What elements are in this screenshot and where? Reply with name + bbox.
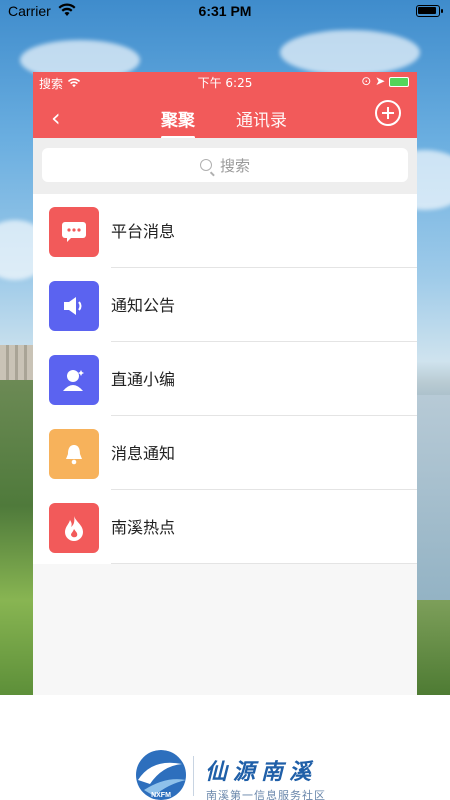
tab-juju[interactable]: 聚聚	[161, 106, 195, 139]
editor-icon	[49, 355, 99, 405]
tab-contacts[interactable]: 通讯录	[236, 106, 287, 131]
app-window: 搜索 下午 6:25 ⊙ ➤ ‹ 聚聚 通讯录 搜索 平台消息 通知公告 直通小…	[33, 72, 417, 695]
brand-logo: NXFM	[132, 750, 190, 800]
app-status-bar: 搜索 下午 6:25 ⊙ ➤	[33, 72, 417, 92]
list-item-label: 通知公告	[111, 296, 176, 315]
os-status-bar: Carrier 6:31 PM	[0, 0, 450, 24]
grassland	[0, 380, 34, 695]
battery-icon	[416, 5, 443, 17]
flame-icon	[49, 503, 99, 553]
list-item-notification[interactable]: 消息通知	[33, 416, 417, 490]
os-time: 6:31 PM	[198, 3, 252, 19]
speaker-icon	[49, 281, 99, 331]
nav-bar: ‹ 聚聚 通讯录	[33, 98, 417, 139]
search-icon	[199, 159, 212, 171]
empty-area	[33, 564, 417, 695]
brand-divider	[193, 756, 194, 796]
message-icon	[49, 207, 99, 257]
river	[416, 395, 450, 625]
list-item-label: 直通小编	[111, 370, 176, 389]
list-item-hot-topics[interactable]: 南溪热点	[33, 490, 417, 564]
bell-icon	[49, 429, 99, 479]
battery-icon	[389, 76, 409, 87]
location-icon: ➤	[375, 74, 386, 88]
search-placeholder: 搜索	[219, 156, 250, 175]
grassland	[416, 600, 450, 695]
list-item-label: 平台消息	[111, 222, 176, 241]
logo-text: NXFM	[151, 792, 171, 799]
list-item-label: 南溪热点	[111, 518, 176, 537]
app-time: 下午 6:25	[197, 76, 253, 90]
list-item-platform-message[interactable]: 平台消息	[33, 194, 417, 268]
brand-subtitle: 南溪第一信息服务社区	[206, 789, 326, 800]
status-icons: ⊙ ➤	[361, 74, 409, 88]
brand-name: 仙源南溪	[205, 759, 318, 785]
list-item-label: 消息通知	[111, 444, 176, 463]
lock-rotation-icon: ⊙	[361, 74, 372, 88]
app-header: 搜索 下午 6:25 ⊙ ➤ ‹ 聚聚 通讯录 搜索	[33, 72, 417, 194]
search-bar-area: 搜索	[33, 138, 417, 194]
list-item-announcement[interactable]: 通知公告	[33, 268, 417, 342]
add-plus-icon[interactable]	[375, 100, 401, 126]
back-chevron-icon[interactable]: ‹	[51, 104, 61, 132]
list-item-direct-editor[interactable]: 直通小编	[33, 342, 417, 416]
cloud	[280, 30, 420, 75]
search-input[interactable]: 搜索	[42, 148, 408, 182]
message-list: 平台消息 通知公告 直通小编 消息通知 南溪热点	[33, 194, 417, 564]
